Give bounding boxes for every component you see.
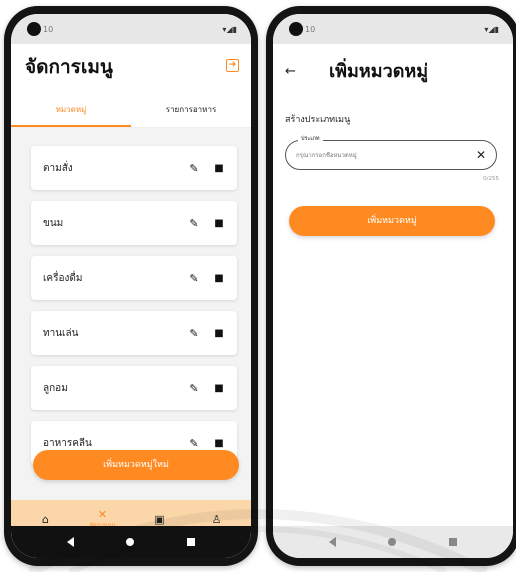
system-nav-bar	[273, 526, 513, 558]
clear-icon[interactable]: ✕	[476, 148, 486, 162]
system-back-icon[interactable]	[329, 537, 337, 547]
back-arrow-icon[interactable]: ←	[285, 64, 296, 79]
status-icons: ▾◢▮	[484, 24, 499, 34]
category-name: ตามสั่ง	[43, 162, 73, 174]
camera-cutout	[27, 22, 41, 36]
category-name: ขนม	[43, 217, 64, 229]
nav-orders[interactable]: ▣	[138, 513, 182, 526]
profile-icon: ♙	[211, 512, 222, 526]
status-time: 10	[43, 24, 54, 34]
phone-right: 10 ▾◢▮ ← เพิ่มหมวดหมู่ สร้างประเภทเมนู ป…	[266, 6, 516, 566]
trash-icon[interactable]: ■	[213, 273, 225, 284]
page-title: จัดการเมนู	[25, 56, 113, 78]
system-nav-bar	[11, 526, 251, 558]
section-label: สร้างประเภทเมนู	[285, 115, 351, 125]
edit-icon[interactable]: ✎	[187, 327, 201, 340]
page-title: เพิ่มหมวดหมู่	[329, 61, 429, 82]
system-recents-icon[interactable]	[186, 538, 195, 546]
category-name: อาหารคลีน	[43, 437, 92, 449]
orders-icon: ▣	[154, 512, 165, 526]
trash-icon[interactable]: ■	[213, 218, 225, 229]
category-name: ลูกอม	[43, 382, 68, 394]
phone-left: 10 ▾◢▮ จัดการเมนู ➜ หมวดหมู่ รายการอาหาร…	[4, 6, 258, 566]
status-time: 10	[305, 24, 316, 34]
category-name-input[interactable]	[296, 151, 476, 159]
utensils-icon: ✕	[97, 508, 108, 521]
trash-icon[interactable]: ■	[213, 438, 225, 449]
nav-profile[interactable]: ♙	[195, 513, 239, 526]
category-name: เครื่องดื่ม	[43, 272, 83, 284]
logout-icon[interactable]: ➜	[226, 59, 239, 72]
trash-icon[interactable]: ■	[213, 383, 225, 394]
category-card[interactable]: ทานเล่น ✎ ■	[31, 311, 237, 355]
character-counter: 0/255	[483, 176, 499, 182]
edit-icon[interactable]: ✎	[187, 382, 201, 395]
system-back-icon[interactable]	[67, 537, 75, 547]
category-name: ทานเล่น	[43, 327, 79, 339]
status-bar: 10 ▾◢▮	[11, 14, 251, 44]
trash-icon[interactable]: ■	[213, 163, 225, 174]
camera-cutout	[289, 22, 303, 36]
tab-food-items[interactable]: รายการอาหาร	[131, 96, 251, 127]
tab-categories[interactable]: หมวดหมู่	[11, 96, 131, 127]
edit-icon[interactable]: ✎	[187, 162, 201, 175]
category-card[interactable]: ตามสั่ง ✎ ■	[31, 146, 237, 190]
submit-category-button[interactable]: เพิ่มหมวดหมู่	[289, 206, 495, 236]
add-category-screen: 10 ▾◢▮ ← เพิ่มหมวดหมู่ สร้างประเภทเมนู ป…	[273, 14, 513, 558]
system-home-icon[interactable]	[388, 538, 397, 546]
edit-icon[interactable]: ✎	[187, 272, 201, 285]
edit-icon[interactable]: ✎	[187, 437, 201, 450]
status-bar: 10 ▾◢▮	[273, 14, 513, 44]
tab-bar: หมวดหมู่ รายการอาหาร	[11, 96, 251, 128]
category-card[interactable]: ลูกอม ✎ ■	[31, 366, 237, 410]
screenshot-stage: 10 ▾◢▮ จัดการเมนู ➜ หมวดหมู่ รายการอาหาร…	[0, 0, 516, 572]
category-name-field: ประเภท ✕	[285, 135, 497, 170]
edit-icon[interactable]: ✎	[187, 217, 201, 230]
system-recents-icon[interactable]	[448, 538, 457, 546]
system-home-icon[interactable]	[126, 538, 135, 546]
trash-icon[interactable]: ■	[213, 328, 225, 339]
nav-home[interactable]: ⌂	[24, 513, 68, 526]
category-card[interactable]: ขนม ✎ ■	[31, 201, 237, 245]
category-card[interactable]: เครื่องดื่ม ✎ ■	[31, 256, 237, 300]
status-icons: ▾◢▮	[222, 24, 237, 34]
manage-menu-screen: 10 ▾◢▮ จัดการเมนู ➜ หมวดหมู่ รายการอาหาร…	[11, 14, 251, 558]
home-icon: ⌂	[42, 512, 49, 526]
add-category-button[interactable]: เพิ่มหมวดหมู่ใหม่	[33, 450, 239, 480]
field-label: ประเภท	[298, 135, 323, 143]
